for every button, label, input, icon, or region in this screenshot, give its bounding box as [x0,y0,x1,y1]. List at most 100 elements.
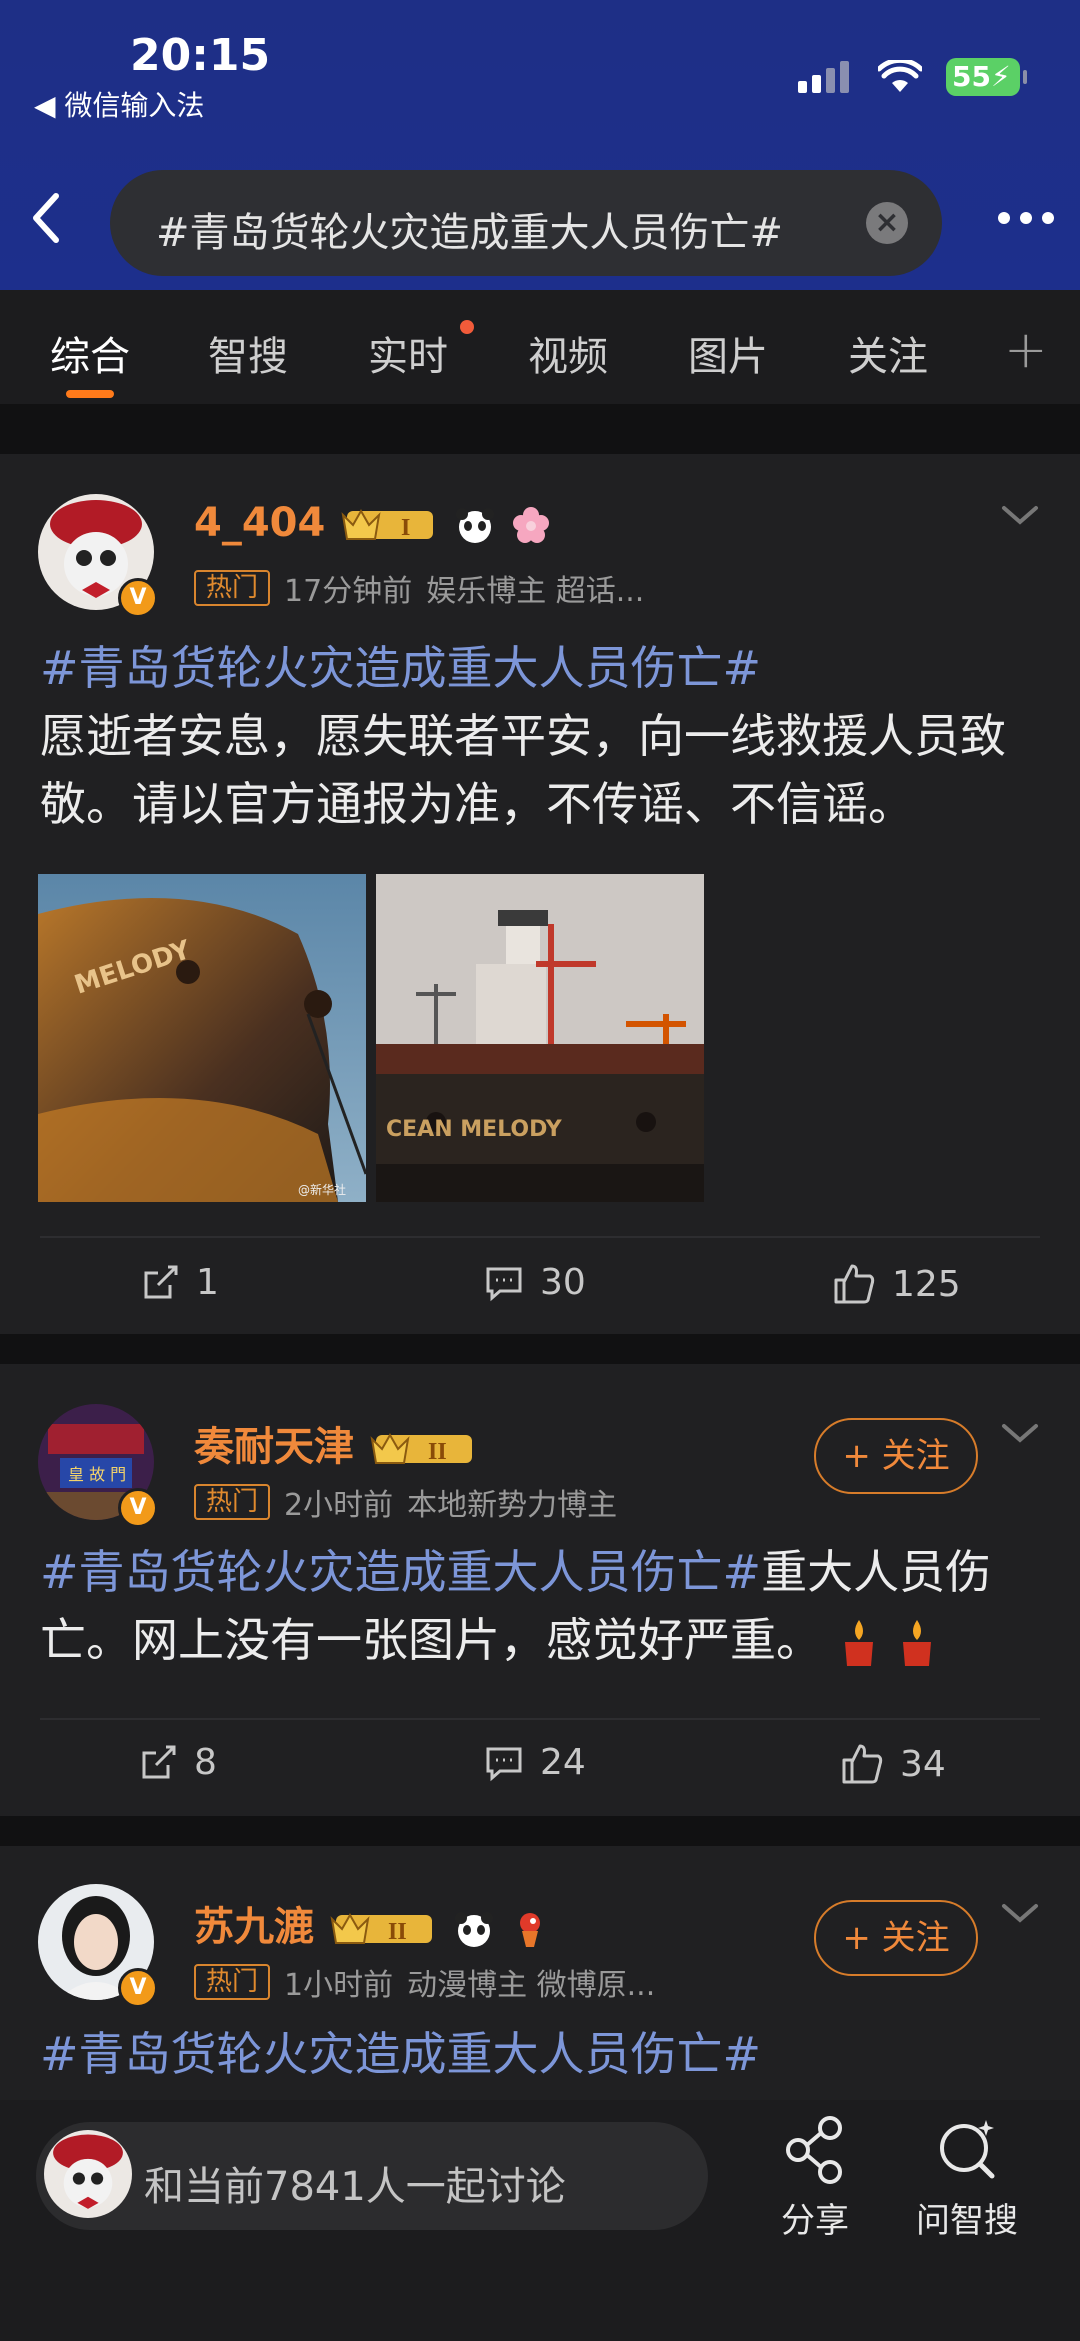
post-author-desc: 动漫博主 微博原... [407,1968,656,2003]
battery-indicator: 55⚡ [946,58,1027,96]
chevron-down-icon[interactable] [1000,1422,1040,1446]
post-time: 17分钟前 [284,574,413,609]
ask-label: 问智搜 [916,2201,1018,2241]
post-username[interactable]: 苏九漉 II [194,1894,550,1952]
like-button[interactable]: 125 [832,1262,961,1306]
post-author-desc: 本地新势力博主 [407,1488,618,1523]
share-label: 分享 [781,2201,849,2241]
section-gap [0,1334,1080,1364]
post-content: #青岛货轮火灾造成重大人员伤亡#重大人员伤亡。网上没有一张图片，感觉好严重。 [40,1538,1050,1674]
section-gap [0,404,1080,454]
post-username[interactable]: 4_404 I [194,500,551,546]
avatar [44,2130,132,2218]
verified-badge: V [118,1488,158,1528]
post-card[interactable]: 皇 故 門 V 奏耐天津 II 热门 2小时前 本地新势力博主 + 关注 #青岛… [0,1364,1080,1816]
thumbs-up-icon [842,1744,883,1784]
post-actions: 1 30 125 [0,1244,1080,1334]
share-icon [142,1745,176,1778]
discussion-prompt: 和当前7841人一起讨论 [144,2164,566,2210]
repost-button[interactable]: 8 [138,1742,217,1783]
share-button[interactable]: 分享 [780,2114,850,2242]
crown-level-badge-icon: II [370,1432,472,1465]
share-icon [144,1265,178,1298]
hashtag-link[interactable]: #青岛货轮火灾造成重大人员伤亡# [40,641,761,695]
search-input[interactable]: #青岛货轮火灾造成重大人员伤亡# × [110,170,942,276]
post-username[interactable]: 奏耐天津 II [194,1414,478,1472]
ship-name-text-2: CEAN MELODY [386,1117,563,1142]
thumbs-up-icon [834,1264,875,1304]
status-back-app[interactable]: ◀ 微信输入法 [34,84,204,124]
panda-icon [454,1912,493,1947]
follow-button[interactable]: + 关注 [814,1418,978,1494]
repost-button[interactable]: 1 [140,1262,219,1303]
status-icons: 55⚡ [798,58,1027,96]
hot-tag: 热门 [194,1484,271,1520]
tab-comprehensive[interactable]: 综合 [50,324,130,382]
post-meta: 热门 1小时前 动漫博主 微博原... [194,1960,655,2004]
top-header: 20:15 ◀ 微信输入法 55⚡ #青岛货轮火灾造成重大人员伤亡# × [0,0,1080,290]
tab-smart-search[interactable]: 智搜 [208,324,288,382]
like-button[interactable]: 34 [840,1742,946,1786]
bottom-bar: 和当前7841人一起讨论 分享 问智搜 [0,2100,1080,2341]
post-meta: 热门 2小时前 本地新势力博主 [194,1480,617,1524]
svg-text:I: I [401,515,410,541]
post-image-2[interactable]: CEAN MELODY [376,874,704,1202]
signal-icon [798,61,849,93]
post-meta: 热门 17分钟前 娱乐博主 超话... [194,566,644,610]
comment-icon [486,1267,522,1301]
crown-level-badge-icon: I [341,508,434,541]
flower-icon [513,507,550,543]
comment-button[interactable]: 30 [484,1262,586,1303]
post-body: 愿逝者安息，愿失联者平安，向一线救援人员致敬。请以官方通报为准，不传谣、不信谣。 [40,709,1006,831]
parrot-icon [519,1913,540,1947]
tab-realtime[interactable]: 实时 [368,324,448,382]
post-card[interactable]: V 4_404 I 热门 17分钟前 娱乐博主 超话... #青岛货轮火灾造成重… [0,454,1080,1334]
verified-badge: V [118,1968,158,2008]
comment-icon [486,1747,522,1781]
discussion-input[interactable]: 和当前7841人一起讨论 [36,2122,708,2230]
post-author-desc: 娱乐博主 超话... [426,574,645,609]
post-content: #青岛货轮火灾造成重大人员伤亡# [40,2020,1050,2088]
section-gap [0,1816,1080,1846]
chevron-down-icon[interactable] [1000,1902,1040,1926]
hot-tag: 热门 [194,1964,271,2000]
candle-emoji-icon [903,1619,932,1666]
tab-images[interactable]: 图片 [688,324,768,382]
tab-video[interactable]: 视频 [528,324,608,382]
post-time: 2小时前 [284,1488,394,1523]
svg-text:II: II [428,1439,447,1465]
tab-following[interactable]: 关注 [848,324,928,382]
tab-bar: 综合 智搜 实时 视频 图片 关注 [0,290,1080,404]
hashtag-link[interactable]: #青岛货轮火灾造成重大人员伤亡# [40,1545,761,1599]
candle-emoji-icon [844,1619,873,1666]
post-time: 1小时前 [284,1968,394,2003]
svg-text:II: II [388,1919,407,1945]
comment-button[interactable]: 24 [484,1742,586,1783]
more-options-icon[interactable] [998,212,1054,224]
post-content: #青岛货轮火灾造成重大人员伤亡# 愿逝者安息，愿失联者平安，向一线救援人员致敬。… [40,634,1050,838]
divider [40,1236,1040,1238]
search-query: #青岛货轮火灾造成重大人员伤亡# [156,210,784,256]
wifi-icon [878,60,922,92]
back-arrow-icon[interactable] [26,188,66,248]
crown-level-badge-icon: II [330,1912,432,1945]
panda-icon [456,508,495,543]
post-actions: 8 24 34 [0,1720,1080,1810]
active-tab-indicator [66,390,114,398]
clear-search-icon[interactable]: × [866,202,908,244]
ask-smart-search-button[interactable]: 问智搜 [916,2114,1018,2242]
image-watermark: @新华社 [298,1182,346,1197]
realtime-new-dot [460,320,474,334]
share-nodes-icon [786,2116,842,2184]
hashtag-link[interactable]: #青岛货轮火灾造成重大人员伤亡# [40,2027,761,2081]
verified-badge: V [118,578,158,618]
follow-button[interactable]: + 关注 [814,1900,978,1976]
svg-text:皇 故 門: 皇 故 門 [68,1465,126,1484]
post-image-1[interactable]: MELODY @新华社 [38,874,366,1202]
post-card[interactable]: V 苏九漉 II 热门 1小时前 动漫博主 微博原... + 关注 #青岛货轮火… [0,1846,1080,2100]
status-time: 20:15 [130,30,271,81]
chevron-down-icon[interactable] [1000,504,1040,528]
hot-tag: 热门 [194,570,271,606]
add-tab-icon[interactable]: + [1004,320,1048,380]
smart-search-icon [940,2120,995,2179]
